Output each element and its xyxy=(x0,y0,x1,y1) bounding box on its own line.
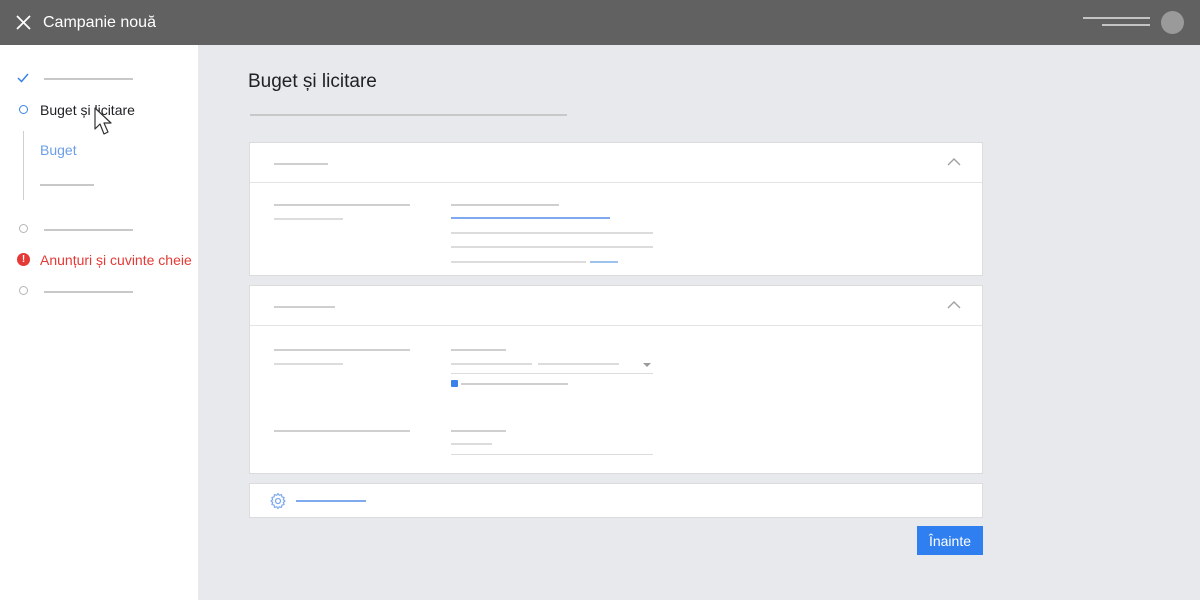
bidding-card xyxy=(249,285,983,474)
substep-connector xyxy=(23,131,24,200)
input-label-placeholder xyxy=(451,430,506,432)
step-5[interactable] xyxy=(0,280,198,302)
more-settings-link[interactable] xyxy=(296,500,366,502)
next-button[interactable]: Înainte xyxy=(917,526,983,555)
substep-budget[interactable]: Buget xyxy=(40,142,77,158)
step-label-placeholder xyxy=(44,291,133,293)
subtitle-placeholder xyxy=(250,114,567,116)
chevron-up-icon[interactable] xyxy=(947,157,961,167)
substep-placeholder[interactable] xyxy=(40,184,94,186)
help-text-placeholder xyxy=(451,246,653,248)
input-label-placeholder xyxy=(451,204,559,206)
step-1[interactable] xyxy=(0,67,198,89)
bid-checkbox[interactable] xyxy=(451,380,458,387)
step-ads-keywords[interactable]: ! Anunțuri și cuvinte cheie xyxy=(0,249,198,271)
more-settings-card[interactable] xyxy=(249,483,983,518)
step-label-placeholder xyxy=(44,78,133,80)
learn-more-link[interactable] xyxy=(590,261,618,263)
page-title: Buget și licitare xyxy=(248,71,377,92)
step-label-placeholder xyxy=(44,229,133,231)
checkbox-label-placeholder xyxy=(461,383,568,385)
select-label-placeholder xyxy=(451,349,506,351)
top-app-bar: Campanie nouă xyxy=(0,0,1200,45)
field-help-placeholder xyxy=(274,218,343,220)
field-label-placeholder xyxy=(274,349,410,351)
account-name-placeholder[interactable] xyxy=(1080,14,1154,30)
select-value-placeholder xyxy=(538,363,619,365)
help-text-placeholder xyxy=(451,261,586,263)
card-header[interactable] xyxy=(250,143,982,183)
budget-input[interactable] xyxy=(451,217,610,219)
step-label-error: Anunțuri și cuvinte cheie xyxy=(40,252,192,268)
target-input[interactable] xyxy=(451,454,653,455)
select-value-placeholder xyxy=(451,363,532,365)
card-title-placeholder xyxy=(274,306,335,308)
avatar[interactable] xyxy=(1161,11,1184,34)
card-title-placeholder xyxy=(274,163,328,165)
bid-strategy-select[interactable] xyxy=(451,373,653,374)
close-icon[interactable] xyxy=(15,14,32,31)
field-label-placeholder xyxy=(274,430,410,432)
check-icon xyxy=(17,73,29,83)
ring-icon xyxy=(19,286,28,295)
gear-icon[interactable] xyxy=(269,492,287,510)
page-header-title: Campanie nouă xyxy=(43,14,156,31)
dropdown-arrow-icon[interactable] xyxy=(643,363,651,367)
mouse-cursor-icon xyxy=(94,107,112,135)
error-icon: ! xyxy=(17,253,30,266)
budget-card xyxy=(249,142,983,276)
card-header[interactable] xyxy=(250,286,982,326)
ring-icon xyxy=(19,224,28,233)
chevron-up-icon[interactable] xyxy=(947,300,961,310)
field-label-placeholder xyxy=(274,204,410,206)
step-label: Buget și licitare xyxy=(40,102,135,118)
help-text-placeholder xyxy=(451,232,653,234)
field-help-placeholder xyxy=(274,363,343,365)
ring-icon xyxy=(19,105,28,114)
input-value-placeholder xyxy=(451,443,492,445)
step-3[interactable] xyxy=(0,218,198,240)
